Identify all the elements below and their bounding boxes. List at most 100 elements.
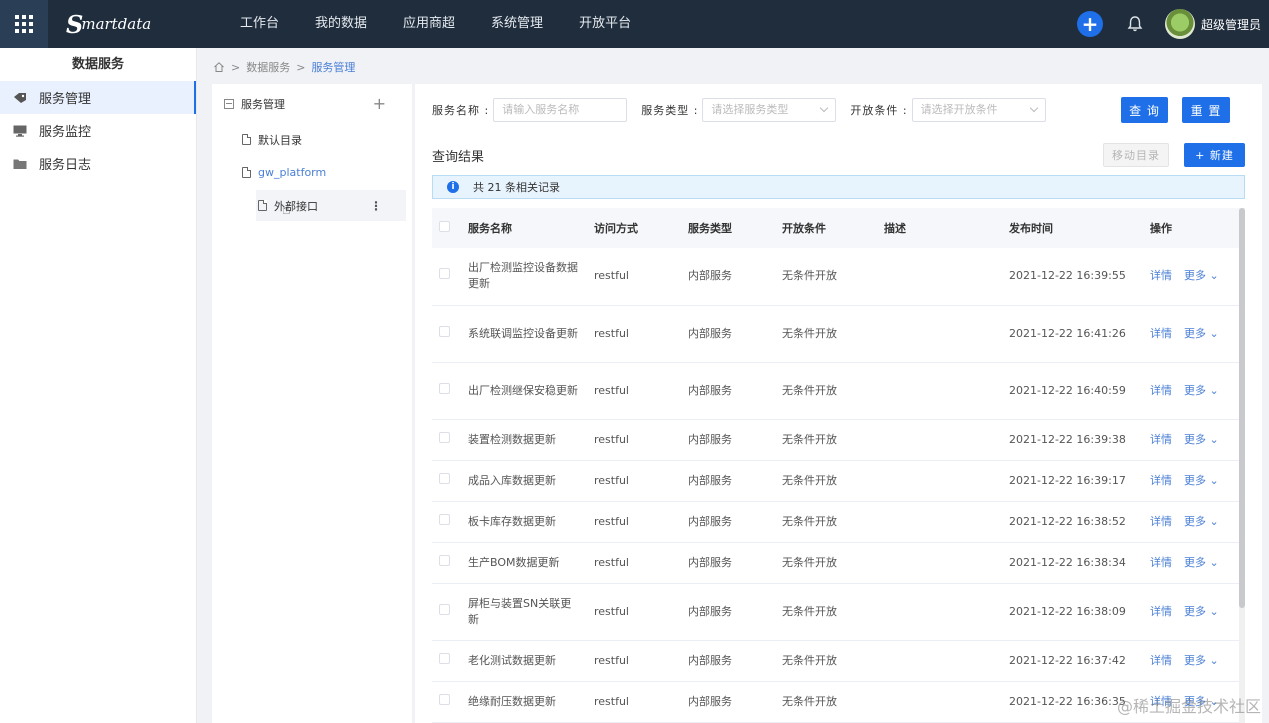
row-checkbox[interactable] xyxy=(439,431,450,443)
add-button[interactable]: + xyxy=(1076,11,1103,37)
new-button[interactable]: + 新建 xyxy=(1184,143,1245,167)
watermark: @稀土掘金技术社区 xyxy=(1116,697,1261,716)
reset-button[interactable]: 重 置 xyxy=(1182,97,1230,123)
detail-link[interactable]: 详情 xyxy=(1150,515,1172,528)
table-row[interactable]: 装置检测数据更新 restful 内部服务 无条件开放 2021-12-22 16:39… xyxy=(432,419,1240,461)
row-checkbox[interactable] xyxy=(439,554,450,566)
more-dropdown[interactable]: 更多 ⌄ xyxy=(1184,433,1219,446)
chevron-down-icon: ⌄ xyxy=(1206,604,1219,618)
sidebar-item-service-manage[interactable]: 服务管理 xyxy=(0,81,196,114)
column-header-condition[interactable]: 开放条件 xyxy=(782,208,884,248)
column-header-actions: 操作 xyxy=(1150,208,1240,248)
column-header-publish-time[interactable]: 发布时间 xyxy=(1009,208,1150,248)
sidebar-title: 数据服务 xyxy=(71,57,124,72)
bell-icon[interactable] xyxy=(1125,14,1145,34)
more-dropdown[interactable]: 更多 ⌄ xyxy=(1184,269,1219,282)
more-options-icon[interactable]: ⋮ xyxy=(370,199,382,213)
column-header-name[interactable]: 服务名称 xyxy=(468,208,594,248)
table-row[interactable]: 成品入库数据更新 restful 内部服务 无条件开放 2021-12-22 16:39… xyxy=(432,460,1240,502)
cell-actions: 详情 更多 ⌄ xyxy=(1150,362,1240,420)
nav-item-app-store[interactable]: 应用商超 xyxy=(385,0,473,48)
row-checkbox[interactable] xyxy=(439,603,450,615)
tree-node-gw-platform[interactable]: gw_platform xyxy=(212,157,412,188)
detail-link[interactable]: 详情 xyxy=(1150,384,1172,397)
result-title: 查询结果 xyxy=(432,150,485,165)
row-checkbox[interactable] xyxy=(439,268,450,280)
logo[interactable]: Smartdata xyxy=(66,10,196,39)
detail-link[interactable]: 详情 xyxy=(1150,556,1172,569)
app-grid-button[interactable] xyxy=(0,0,48,48)
table-row[interactable]: 板卡库存数据更新 restful 内部服务 无条件开放 2021-12-22 16:38… xyxy=(432,501,1240,543)
detail-link[interactable]: 详情 xyxy=(1150,605,1172,618)
more-label: 更多 xyxy=(1184,383,1206,397)
table-row[interactable]: 出厂检测继保安稳更新 restful 内部服务 无条件开放 2021-12-22 16:… xyxy=(432,362,1240,420)
row-checkbox[interactable] xyxy=(439,382,450,394)
cell-access-method: restful xyxy=(594,583,688,641)
cell-open-condition: 无条件开放 xyxy=(782,681,884,723)
add-directory-button[interactable]: + xyxy=(373,94,386,113)
row-checkbox[interactable] xyxy=(439,472,450,484)
service-name-input[interactable]: 请输入服务名称 xyxy=(493,98,628,122)
folder-icon xyxy=(13,159,27,169)
nav-item-system-admin[interactable]: 系统管理 xyxy=(473,0,561,48)
cell-service-type: 内部服务 xyxy=(688,460,782,502)
tree-node-external-api[interactable]: 外部接口 ⋮ xyxy=(256,190,406,221)
table-scrollbar[interactable] xyxy=(1239,208,1245,723)
more-dropdown[interactable]: 更多 ⌄ xyxy=(1184,515,1219,528)
tag-icon xyxy=(14,92,26,103)
table-row[interactable]: 系统联调监控设备更新 restful 内部服务 无条件开放 2021-12-22 16:… xyxy=(432,305,1240,363)
cell-open-condition: 无条件开放 xyxy=(782,419,884,461)
scrollbar-thumb[interactable] xyxy=(1239,208,1245,608)
table-row[interactable]: 生产BOM数据更新 restful 内部服务 无条件开放 2021-12-22 16:3… xyxy=(432,542,1240,584)
breadcrumb-item-data-service[interactable]: 数据服务 xyxy=(246,59,290,75)
select-all-checkbox[interactable] xyxy=(439,221,450,232)
table-row[interactable]: 屏柜与装置SN关联更新 restful 内部服务 无条件开放 2021-12-22 16… xyxy=(432,583,1240,641)
detail-link[interactable]: 详情 xyxy=(1150,327,1172,340)
cell-publish-time: 2021-12-22 16:37:42 xyxy=(1009,640,1150,682)
row-checkbox[interactable] xyxy=(439,693,450,705)
detail-link[interactable]: 详情 xyxy=(1150,433,1172,446)
row-checkbox[interactable] xyxy=(439,652,450,664)
user-name[interactable]: 超级管理员 xyxy=(1201,16,1261,33)
detail-link[interactable]: 详情 xyxy=(1150,269,1172,282)
move-directory-button[interactable]: 移动目录 xyxy=(1103,143,1169,167)
avatar[interactable] xyxy=(1164,9,1195,39)
more-dropdown[interactable]: 更多 ⌄ xyxy=(1184,654,1219,667)
more-dropdown[interactable]: 更多 ⌄ xyxy=(1184,556,1219,569)
tree-node-default[interactable]: 默认目录 xyxy=(212,124,412,155)
open-condition-select[interactable]: 请选择开放条件 xyxy=(911,98,1046,122)
column-header-description[interactable]: 描述 xyxy=(884,208,1009,248)
chevron-down-icon xyxy=(820,103,829,113)
nav-item-my-data[interactable]: 我的数据 xyxy=(297,0,385,48)
home-icon[interactable] xyxy=(213,61,225,73)
service-name-label: 服务名称 : xyxy=(432,104,490,117)
collapse-icon[interactable] xyxy=(224,99,234,109)
more-dropdown[interactable]: 更多 ⌄ xyxy=(1184,474,1219,487)
more-label: 更多 xyxy=(1184,555,1206,569)
row-checkbox[interactable] xyxy=(439,513,450,525)
nav-item-open-platform[interactable]: 开放平台 xyxy=(561,0,649,48)
more-dropdown[interactable]: 更多 ⌄ xyxy=(1184,605,1219,618)
more-dropdown[interactable]: 更多 ⌄ xyxy=(1184,327,1219,340)
column-header-type[interactable]: 服务类型 xyxy=(688,208,782,248)
detail-link[interactable]: 详情 xyxy=(1150,654,1172,667)
cell-actions: 详情 更多 ⌄ xyxy=(1150,501,1240,543)
cell-access-method: restful xyxy=(594,305,688,363)
detail-link[interactable]: 详情 xyxy=(1150,474,1172,487)
sidebar-item-service-log[interactable]: 服务日志 xyxy=(0,147,196,180)
cell-checkbox xyxy=(432,419,468,461)
more-dropdown[interactable]: 更多 ⌄ xyxy=(1184,384,1219,397)
cell-service-type: 内部服务 xyxy=(688,501,782,543)
nav-item-workbench[interactable]: 工作台 xyxy=(222,0,297,48)
cell-checkbox xyxy=(432,681,468,723)
table-row[interactable]: 老化测试数据更新 restful 内部服务 无条件开放 2021-12-22 16:37… xyxy=(432,640,1240,682)
row-checkbox[interactable] xyxy=(439,325,450,337)
sidebar-item-service-monitor[interactable]: 服务监控 xyxy=(0,114,196,147)
table-row[interactable]: 出厂检测监控设备数据更新 restful 内部服务 无条件开放 2021-12-22 1… xyxy=(432,248,1240,306)
column-header-method[interactable]: 访问方式 xyxy=(594,208,688,248)
service-type-select[interactable]: 请选择服务类型 xyxy=(702,98,837,122)
query-button[interactable]: 查 询 xyxy=(1121,97,1168,123)
cell-open-condition: 无条件开放 xyxy=(782,362,884,420)
cell-open-condition: 无条件开放 xyxy=(782,640,884,682)
chevron-down-icon: ⌄ xyxy=(1206,514,1219,528)
